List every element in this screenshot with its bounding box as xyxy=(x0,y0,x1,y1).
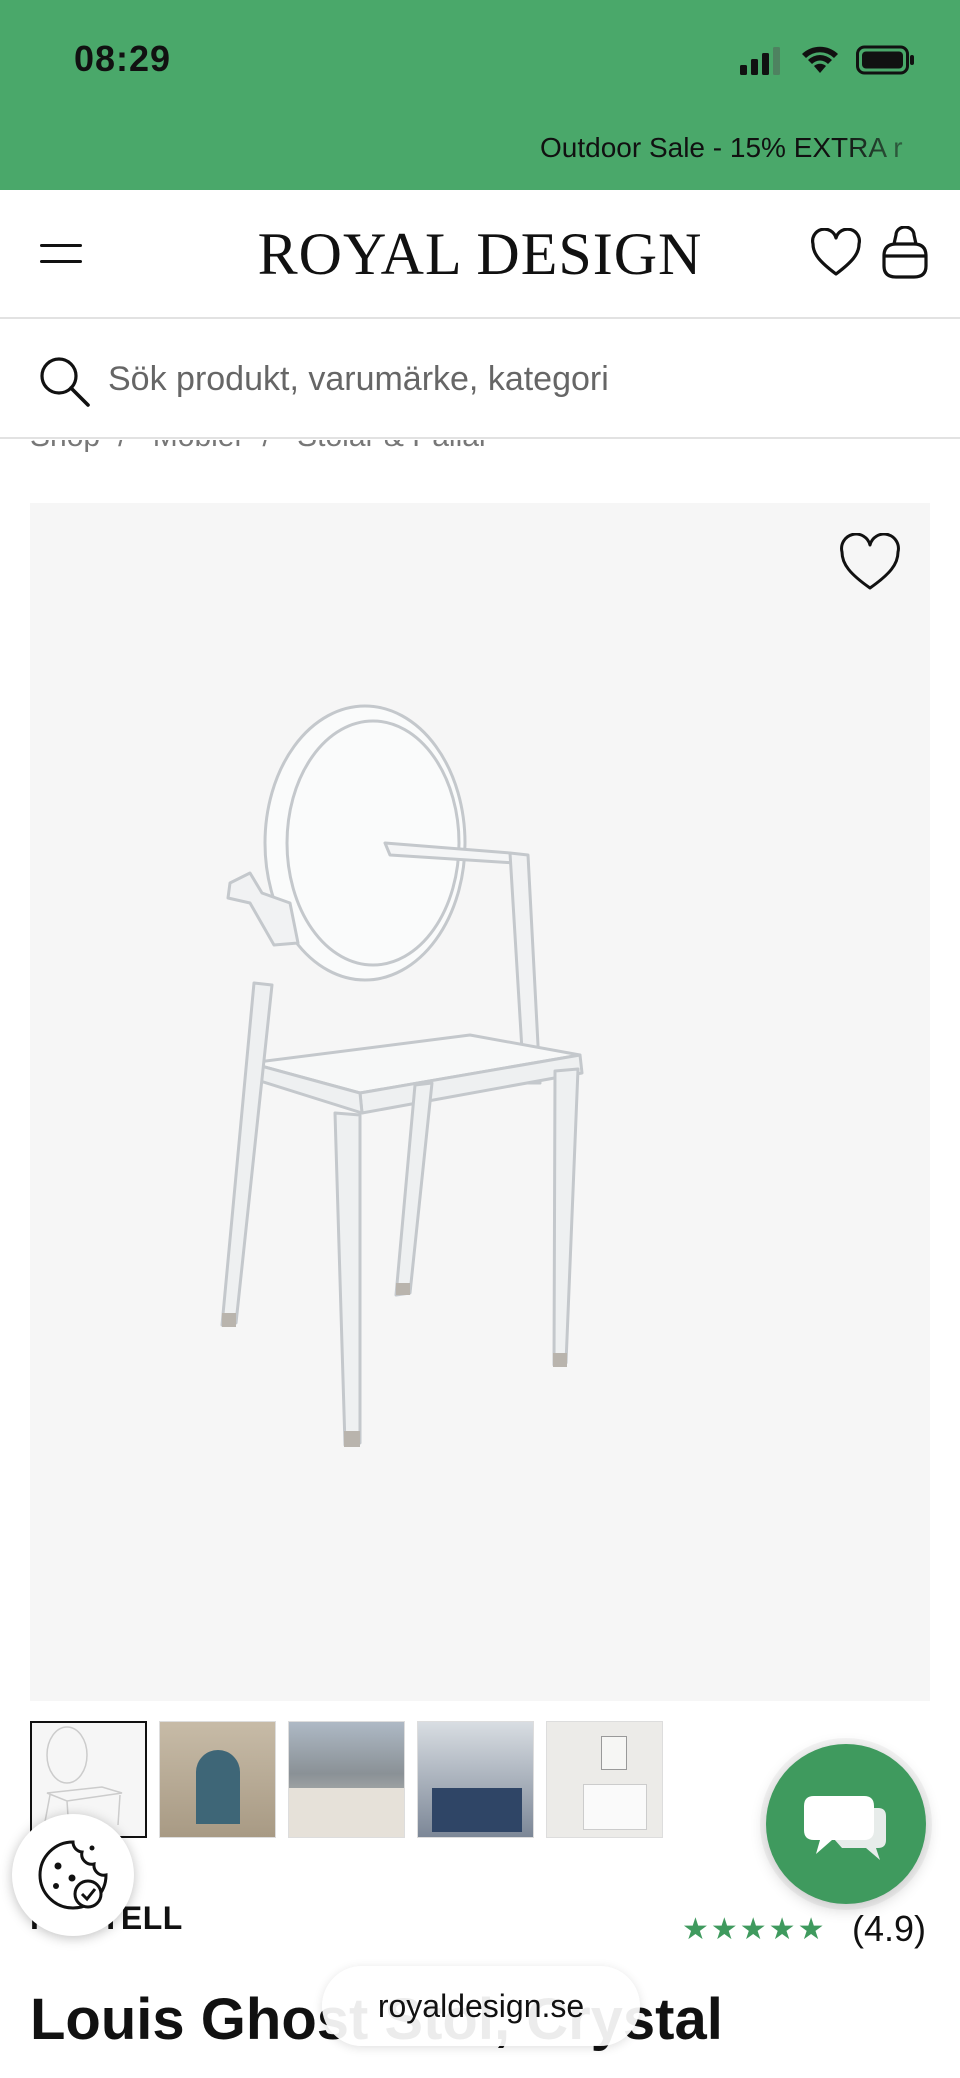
chat-button[interactable] xyxy=(766,1744,926,1904)
promo-banner[interactable]: Outdoor Sale - 15% EXTRA r xyxy=(0,128,960,172)
wifi-icon xyxy=(802,46,838,73)
search-bar xyxy=(0,319,960,439)
thumbnail-2[interactable] xyxy=(159,1721,276,1838)
chat-bubbles-icon xyxy=(804,1796,886,1860)
cart-button[interactable] xyxy=(880,225,930,280)
thumbnail-3[interactable] xyxy=(288,1721,405,1838)
cookie-icon xyxy=(38,1840,108,1910)
top-banner: 08:29 Outdoor Sale - 15% EXTRA r xyxy=(0,0,960,190)
chair-illustration xyxy=(220,704,584,1447)
shopping-bag-icon xyxy=(882,225,928,279)
heart-icon xyxy=(811,227,861,276)
rating-value: (4.9) xyxy=(852,1908,927,1949)
signal-icon xyxy=(740,47,780,75)
thumbnail-5[interactable] xyxy=(546,1721,663,1838)
battery-icon xyxy=(856,45,914,75)
rating-stars[interactable]: ★★★★★ xyxy=(682,1912,826,1947)
product-image[interactable] xyxy=(30,503,930,1701)
search-input[interactable] xyxy=(108,349,928,409)
heart-icon xyxy=(840,532,900,590)
status-icons xyxy=(740,42,916,78)
search-icon[interactable] xyxy=(36,353,92,409)
browser-url-bar[interactable]: royaldesign.se xyxy=(322,1966,640,2046)
cookie-settings-button[interactable] xyxy=(12,1814,134,1936)
site-header: ROYAL DESIGN xyxy=(0,190,960,319)
add-to-wishlist-button[interactable] xyxy=(838,532,902,593)
thumbnail-4[interactable] xyxy=(417,1721,534,1838)
status-time: 08:29 xyxy=(74,38,172,79)
wishlist-button[interactable] xyxy=(810,227,862,278)
